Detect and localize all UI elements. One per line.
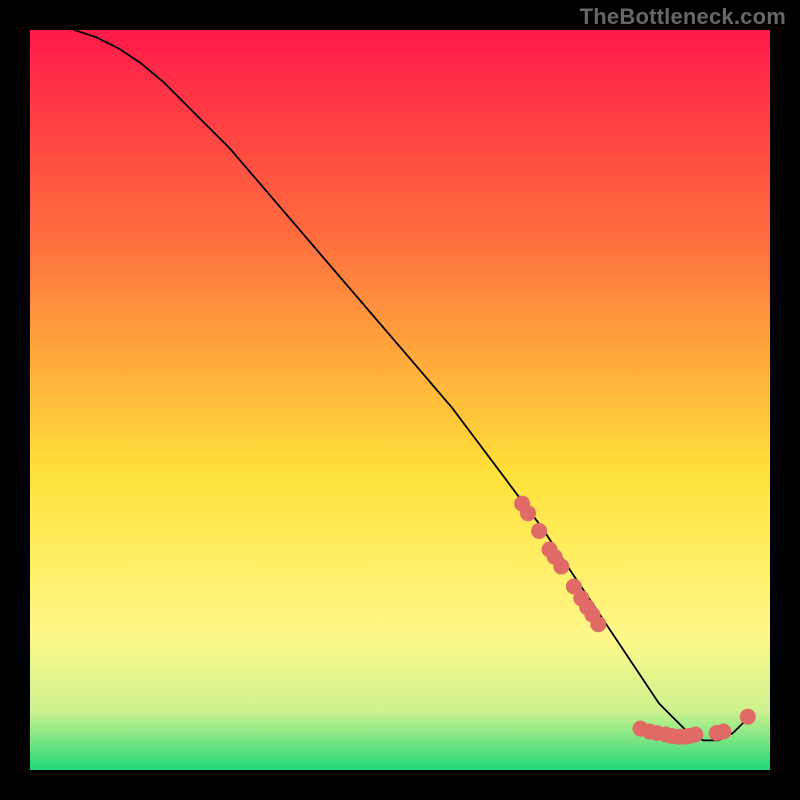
watermark-text: TheBottleneck.com bbox=[580, 4, 786, 30]
dot-upper-dots bbox=[531, 523, 547, 539]
chart-canvas bbox=[0, 0, 800, 800]
plot-background bbox=[30, 30, 770, 770]
dot-lower-dots bbox=[715, 724, 731, 740]
dot-lower-dots bbox=[687, 727, 703, 743]
dot-upper-dots bbox=[520, 505, 536, 521]
dot-upper-dots bbox=[553, 559, 569, 575]
chart-stage: TheBottleneck.com bbox=[0, 0, 800, 800]
dot-lower-dots bbox=[740, 709, 756, 725]
dot-upper-dots bbox=[590, 616, 606, 632]
